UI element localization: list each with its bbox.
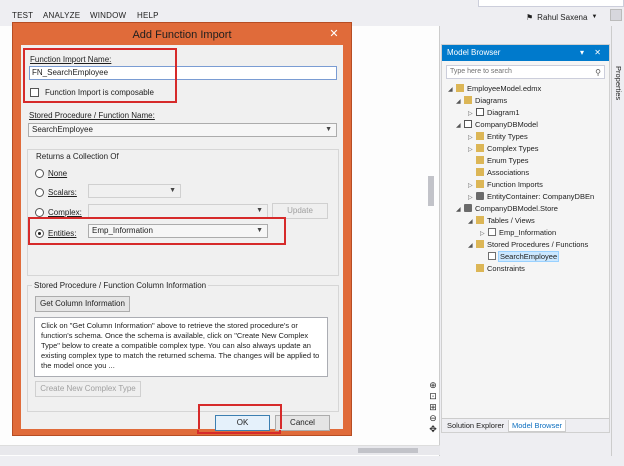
return-scalars-label: Scalars: [48,188,77,197]
stored-procedure-select[interactable]: SearchEmployee ▼ [28,123,337,137]
highlight-ok-box-bottom [197,430,281,434]
dialog-title: Add Function Import [132,29,232,41]
tree-node-companydbmodel[interactable]: ◢ CompanyDBModel [456,119,538,131]
model-browser-search-input[interactable]: Type here to search ⚲ [446,65,605,79]
close-icon[interactable]: ✕ [323,26,345,42]
tree-node-associations[interactable]: Associations [468,167,529,179]
column-info-label: Stored Procedure / Function Column Infor… [32,281,209,290]
create-complex-type-button[interactable]: Create New Complex Type [35,381,141,397]
chevron-down-icon: ▼ [325,126,332,133]
search-placeholder: Type here to search [450,68,512,75]
zoom-fit-icon[interactable]: ⊡ [428,391,438,401]
search-icon[interactable]: ⚲ [595,67,601,79]
properties-tab[interactable]: Properties [614,66,623,100]
model-browser-titlebar[interactable]: Model Browser ▾ ✕ [442,45,609,61]
model-tree: ◢ EmployeeModel.edmx ◢ Diagrams ▷ Diagram1 … [442,83,609,413]
chevron-down-icon[interactable]: ▼ [591,14,597,20]
panel-window-buttons[interactable]: ▾ ✕ [580,48,605,57]
returns-label: Returns a Collection Of [34,152,121,161]
dialog-body: Function Import Name: FN_SearchEmployee … [21,45,343,431]
zoom-select-icon[interactable]: ⊞ [428,402,438,412]
column-info-text: Click on "Get Column Information" above … [41,321,320,370]
notification-flag-icon[interactable]: ⚑ [526,13,533,22]
get-column-info-button[interactable]: Get Column Information [35,296,130,312]
tree-node-complex-types[interactable]: ▷ Complex Types [468,143,539,155]
menu-test[interactable]: TEST [12,11,33,20]
tree-node-tables-views[interactable]: ◢ Tables / Views [468,215,535,227]
tab-solution-explorer[interactable]: Solution Explorer [444,420,507,432]
zoom-in-icon[interactable]: ⊕ [428,380,438,390]
stored-procedure-value: SearchEmployee [32,125,93,134]
tree-node-edmx[interactable]: ◢ EmployeeModel.edmx [448,83,541,95]
tree-node-constraints[interactable]: Constraints [468,263,525,275]
menu-analyze[interactable]: ANALYZE [43,11,80,20]
model-browser-title: Model Browser [447,48,501,57]
tree-node-stored-procedures[interactable]: ◢ Stored Procedures / Functions [468,239,588,251]
tree-node-emp-information[interactable]: ▷ Emp_Information [480,227,556,239]
return-complex-radio[interactable] [35,208,44,217]
add-function-import-dialog: Add Function Import ✕ Function Import Na… [12,22,352,436]
return-none-label: None [48,169,68,178]
tree-node-enum-types[interactable]: Enum Types [468,155,529,167]
return-scalars-radio[interactable] [35,188,44,197]
dialog-titlebar[interactable]: Add Function Import ✕ [13,23,351,45]
editor-scrollbar-thumb[interactable] [428,176,434,206]
horizontal-scrollbar[interactable] [0,445,440,455]
properties-rail: Properties [611,26,624,456]
highlight-name-box [23,48,177,103]
stored-procedure-label: Stored Procedure / Function Name: [29,111,155,120]
chevron-down-icon: ▼ [256,207,263,214]
user-name: Rahul Saxena [537,12,588,22]
panel-tabs: Solution Explorer Model Browser [442,418,609,432]
user-account[interactable]: ⚑ Rahul Saxena ▼ [526,11,597,23]
tree-node-entity-container[interactable]: ▷ EntityContainer: CompanyDBEn [468,191,594,203]
menu-window[interactable]: WINDOW [90,11,126,20]
complex-select[interactable]: ▼ [88,204,268,218]
quick-launch-input[interactable] [478,0,624,7]
return-complex-label: Complex: [48,208,82,217]
tree-node-diagram1[interactable]: ▷ Diagram1 [468,107,520,119]
pan-icon[interactable]: ✥ [428,424,438,434]
scalars-select[interactable]: ▼ [88,184,181,198]
tree-node-entity-types[interactable]: ▷ Entity Types [468,131,528,143]
chevron-down-icon: ▼ [169,187,176,194]
column-info-textbox: Click on "Get Column Information" above … [34,317,328,377]
highlight-ok-box [198,404,282,429]
cancel-button[interactable]: Cancel [275,415,330,431]
zoom-out-icon[interactable]: ⊖ [428,413,438,423]
tree-node-function-imports[interactable]: ▷ Function Imports [468,179,543,191]
tree-node-searchemployee[interactable]: SearchEmployee [480,251,560,263]
menu-help[interactable]: HELP [137,11,159,20]
avatar[interactable] [610,9,622,21]
tree-node-diagrams[interactable]: ◢ Diagrams [456,95,507,107]
tree-node-store[interactable]: ◢ CompanyDBModel.Store [456,203,558,215]
return-none-radio[interactable] [35,169,44,178]
highlight-entities-box [28,217,286,245]
model-browser-panel: Model Browser ▾ ✕ Type here to search ⚲ … [441,44,610,433]
tab-model-browser[interactable]: Model Browser [508,420,567,432]
horizontal-scrollbar-thumb[interactable] [358,448,418,453]
